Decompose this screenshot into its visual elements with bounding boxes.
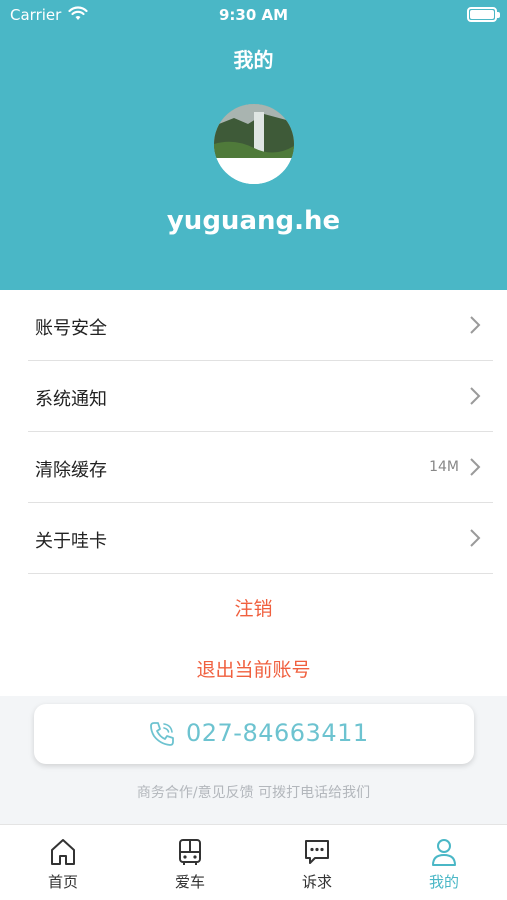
page-title: 我的	[233, 48, 274, 72]
contact-area: 027-84663411 商务合作/意见反馈 可拨打电话给我们	[0, 696, 507, 824]
tab-label: 诉求	[301, 873, 332, 891]
chevron-right-icon	[470, 316, 481, 334]
tab-label: 爱车	[174, 873, 205, 891]
tab-bar: 首页 爱车 诉求 我的	[0, 824, 507, 900]
phone-icon	[150, 722, 174, 746]
menu-item-label: 系统通知	[35, 389, 107, 410]
avatar-image	[214, 104, 294, 184]
tab-requests[interactable]: 诉求	[254, 825, 380, 900]
chevron-right-icon	[470, 529, 481, 547]
logout-button[interactable]: 退出当前账号	[0, 655, 507, 682]
avatar[interactable]	[214, 104, 294, 184]
menu-item-label: 账号安全	[35, 318, 107, 339]
tab-car[interactable]: 爱车	[127, 825, 253, 900]
menu-item-about[interactable]: 关于哇卡	[28, 503, 493, 574]
chat-icon	[305, 840, 329, 864]
status-bar: Carrier 9:30 AM	[0, 0, 507, 30]
menu-item-clear-cache[interactable]: 清除缓存 14M	[28, 432, 493, 503]
home-icon	[51, 839, 75, 865]
phone-call-button[interactable]: 027-84663411	[34, 704, 474, 764]
contact-note: 商务合作/意见反馈 可拨打电话给我们	[136, 785, 371, 801]
profile-header: Carrier 9:30 AM 我的 yuguang.he	[0, 0, 507, 290]
phone-number: 027-84663411	[186, 719, 369, 747]
cache-size: 14M	[429, 459, 459, 475]
deregister-button[interactable]: 注销	[0, 594, 507, 621]
tab-home[interactable]: 首页	[0, 825, 126, 900]
menu-item-label: 关于哇卡	[35, 531, 107, 552]
settings-menu: 账号安全 系统通知 清除缓存 14M 关于哇卡	[0, 290, 507, 574]
tab-mine[interactable]: 我的	[381, 825, 507, 900]
battery-icon	[467, 7, 500, 22]
menu-item-label: 清除缓存	[35, 460, 107, 481]
chevron-right-icon	[470, 387, 481, 405]
status-time: 9:30 AM	[218, 6, 289, 24]
menu-item-system-notifications[interactable]: 系统通知	[28, 361, 493, 432]
menu-item-account-security[interactable]: 账号安全	[28, 290, 493, 361]
tab-label: 首页	[47, 873, 78, 891]
tab-label: 我的	[428, 873, 459, 891]
person-icon	[432, 839, 456, 866]
bus-icon	[179, 839, 201, 865]
username: yuguang.he	[166, 206, 341, 236]
chevron-right-icon	[470, 458, 481, 476]
